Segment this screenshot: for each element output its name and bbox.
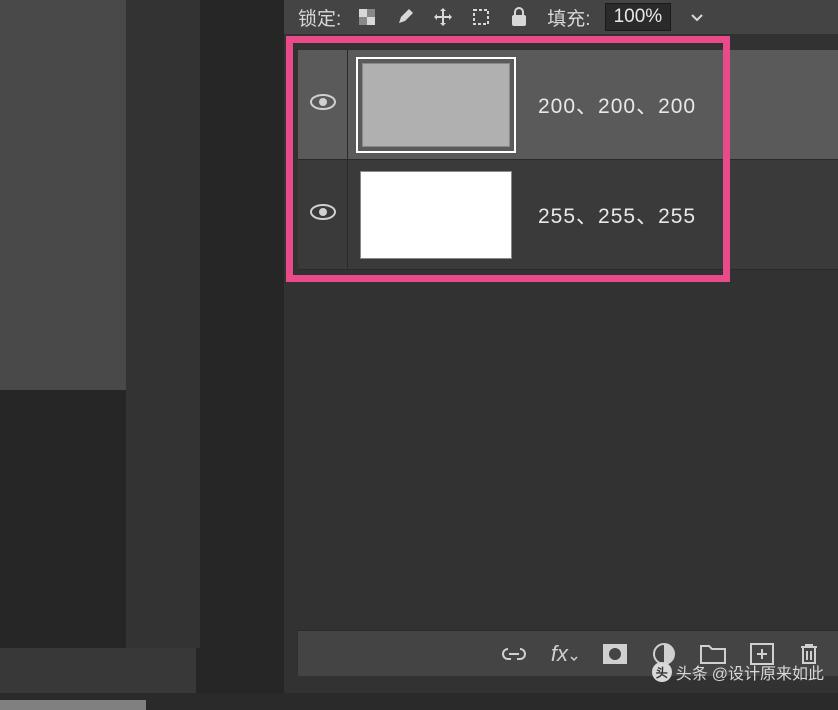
watermark-handle: @设计原来如此 xyxy=(712,660,824,684)
lock-all-icon[interactable] xyxy=(507,5,531,29)
layers-panel: 锁定: 填充: 100% xyxy=(284,0,838,693)
status-footer xyxy=(0,648,196,698)
watermark-logo-icon: 头 xyxy=(652,662,672,682)
fill-label: 填充: xyxy=(547,4,590,31)
visibility-toggle[interactable] xyxy=(298,50,348,159)
lock-position-icon[interactable] xyxy=(431,5,455,29)
lock-brush-icon[interactable] xyxy=(393,5,417,29)
layer-lock-bar: 锁定: 填充: 100% xyxy=(284,0,838,34)
layer-mask-icon[interactable] xyxy=(602,643,628,665)
fill-value-input[interactable]: 100% xyxy=(605,3,671,31)
layer-thumbnail xyxy=(356,57,516,153)
window-frame-bottom xyxy=(0,693,838,710)
watermark-prefix: 头条 xyxy=(676,660,708,684)
lock-label: 锁定: xyxy=(298,4,341,31)
link-layers-icon[interactable] xyxy=(501,647,527,661)
eye-icon xyxy=(310,203,336,226)
scrollbar-track[interactable] xyxy=(182,0,196,260)
layer-row[interactable]: 200、200、200 xyxy=(298,50,838,160)
layer-name[interactable]: 200、200、200 xyxy=(538,90,696,120)
chevron-down-icon[interactable] xyxy=(691,9,703,25)
layer-thumbnail-cell[interactable] xyxy=(348,160,524,269)
layer-thumbnail-cell[interactable] xyxy=(348,50,524,159)
layers-list: 200、200、200 255、255、255 xyxy=(298,50,838,270)
layer-effects-icon[interactable]: fx xyxy=(551,641,578,667)
lock-transparency-icon[interactable] xyxy=(355,5,379,29)
lock-artboard-icon[interactable] xyxy=(469,5,493,29)
canvas-preview-area xyxy=(0,0,126,390)
layer-thumbnail xyxy=(356,167,516,263)
layer-row[interactable]: 255、255、255 xyxy=(298,160,838,270)
tab-indicator xyxy=(0,700,146,710)
visibility-toggle[interactable] xyxy=(298,160,348,269)
watermark: 头 头条 @设计原来如此 xyxy=(652,660,824,684)
layer-name[interactable]: 255、255、255 xyxy=(538,200,696,230)
eye-icon xyxy=(310,93,336,116)
